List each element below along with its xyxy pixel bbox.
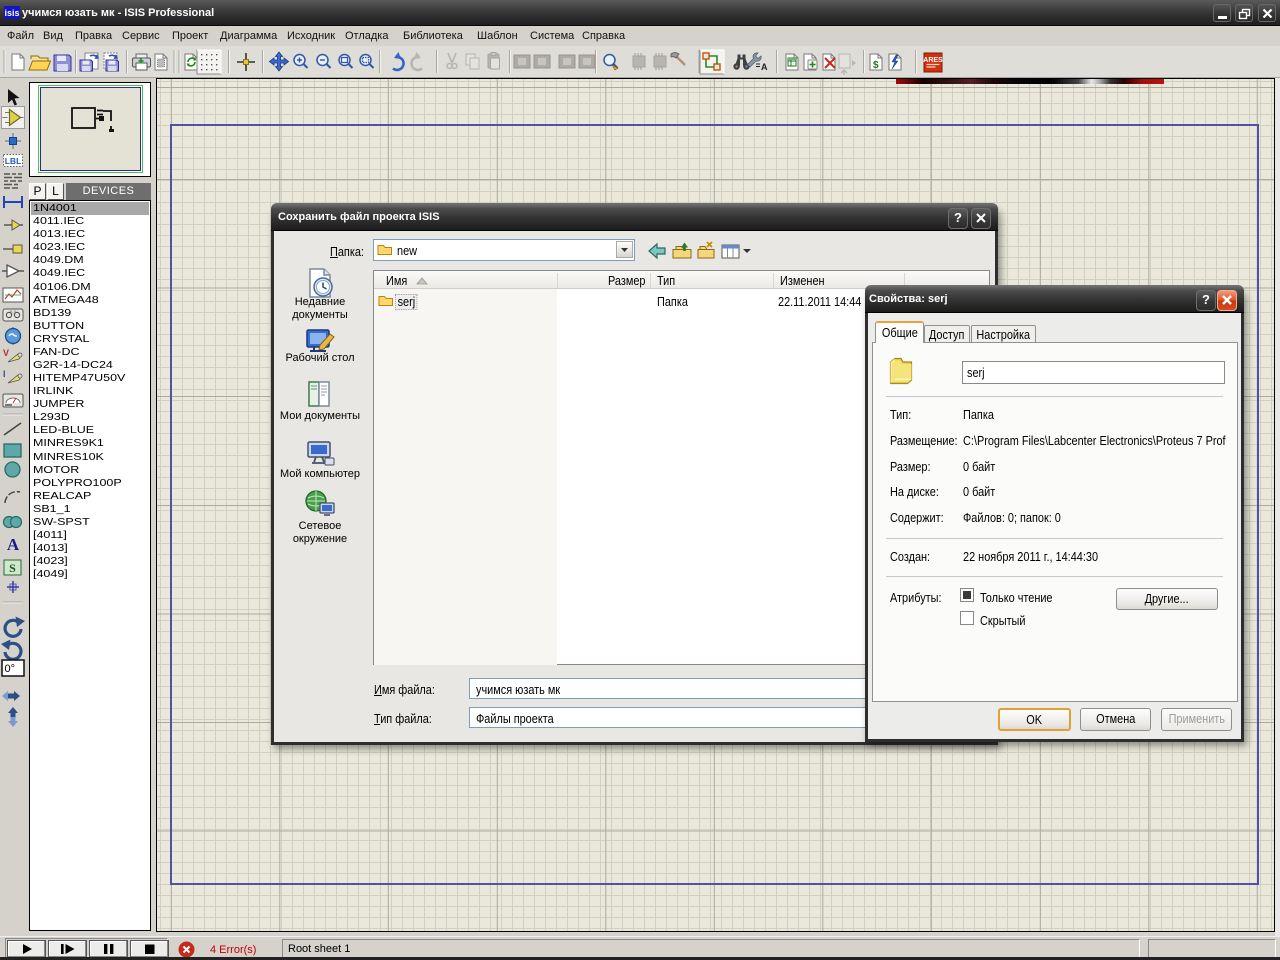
svg-text:S: S <box>9 561 16 575</box>
svg-text:isis: isis <box>4 8 19 18</box>
svg-text:LBL: LBL <box>5 156 22 166</box>
svg-text:$: $ <box>873 60 879 71</box>
svg-text:V: V <box>3 348 9 358</box>
svg-text:A: A <box>761 62 768 72</box>
svg-text:I: I <box>3 369 6 379</box>
svg-text:A: A <box>7 535 20 554</box>
svg-text:0.0: 0.0 <box>10 310 17 315</box>
svg-text:0°: 0° <box>5 663 16 675</box>
svg-text:ARES: ARES <box>923 57 943 64</box>
